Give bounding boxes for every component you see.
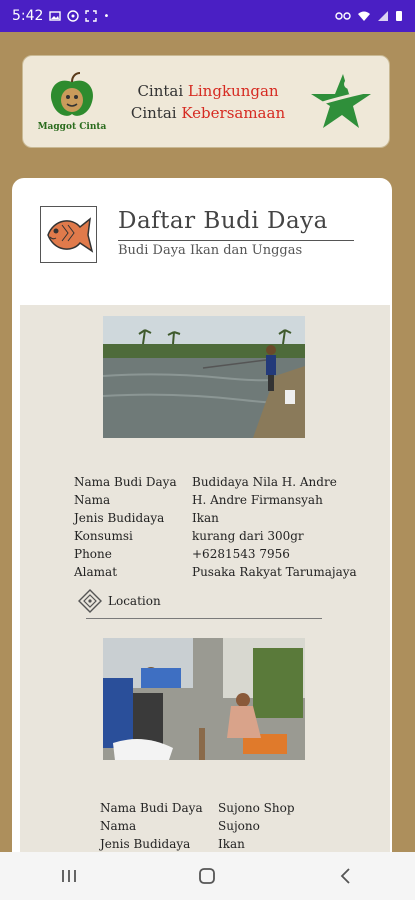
label-nama-budi-daya: Nama Budi Daya <box>100 801 203 815</box>
label-nama: Nama <box>100 819 137 833</box>
logo-text: Maggot Cinta <box>37 121 107 132</box>
detail-row: Nama Sujono <box>100 817 295 835</box>
signal-icon <box>378 11 388 21</box>
home-button[interactable] <box>187 856 227 896</box>
back-icon <box>340 868 350 884</box>
slogans: Cintai Lingkungan Cintai Kebersamaan <box>107 80 309 124</box>
slogan-2-prefix: Cintai <box>130 103 182 122</box>
fish-icon-box <box>40 206 97 263</box>
gallery-icon <box>49 11 62 21</box>
value-nama: H. Andre Firmansyah <box>192 493 323 507</box>
star-figure-logo-icon <box>311 73 371 128</box>
slogan-line-1: Cintai Lingkungan <box>107 80 309 102</box>
location-button[interactable]: Location <box>78 589 161 613</box>
value-nama-budi-daya: Budidaya Nila H. Andre <box>192 475 337 489</box>
detail-row: Alamat Pusaka Rakyat Tarumajaya <box>74 563 357 581</box>
status-bar: 5:42 • <box>0 0 415 32</box>
label-nama-budi-daya: Nama Budi Daya <box>74 475 177 489</box>
slogan-1-accent: Lingkungan <box>187 81 279 100</box>
detail-row: Nama Budi Daya Budidaya Nila H. Andre <box>74 473 357 491</box>
back-button[interactable] <box>326 856 366 896</box>
title-underline <box>118 240 354 241</box>
dot-icon: • <box>103 10 110 22</box>
value-nama-budi-daya: Sujono Shop <box>218 801 295 815</box>
item-divider <box>86 618 322 619</box>
value-konsumsi: kurang dari 300gr <box>192 529 304 543</box>
detail-row: Konsumsi kurang dari 300gr <box>74 527 357 545</box>
home-icon <box>199 868 216 884</box>
system-nav-bar <box>0 852 415 900</box>
slogan-2-accent: Kebersamaan <box>181 103 286 122</box>
location-label: Location <box>108 594 161 608</box>
value-alamat: Pusaka Rakyat Tarumajaya <box>192 565 357 579</box>
value-phone: +6281543 7956 <box>192 547 290 561</box>
detail-row: Jenis Budidaya Ikan <box>100 835 295 853</box>
value-jenis-budidaya: Ikan <box>192 511 219 525</box>
slogan-1-prefix: Cintai <box>137 81 188 100</box>
status-right <box>335 10 403 22</box>
page-subtitle: Budi Daya Ikan dan Unggas <box>118 243 303 258</box>
banner: Maggot Cinta Cintai Lingkungan Cintai Ke… <box>22 55 390 148</box>
status-left: 5:42 • <box>12 8 109 24</box>
value-nama: Sujono <box>218 819 260 833</box>
scan-icon <box>85 10 98 22</box>
value-jenis-budidaya: Ikan <box>218 837 245 851</box>
item-1-details: Nama Budi Daya Budidaya Nila H. Andre Nam… <box>74 473 357 581</box>
recent-apps-icon <box>62 870 77 882</box>
detail-row: Nama Budi Daya Sujono Shop <box>100 799 295 817</box>
fish-icon <box>46 216 93 253</box>
cultivation-list[interactable]: Nama Budi Daya Budidaya Nila H. Andre Nam… <box>20 305 390 900</box>
recent-apps-button[interactable] <box>49 856 89 896</box>
location-diamond-icon <box>78 589 102 613</box>
vowifi-icon <box>335 12 351 20</box>
fish-shop-photo <box>103 638 305 760</box>
detail-row: Phone +6281543 7956 <box>74 545 357 563</box>
label-alamat: Alamat <box>74 565 118 579</box>
detail-row: Jenis Budidaya Ikan <box>74 509 357 527</box>
detail-row: Nama H. Andre Firmansyah <box>74 491 357 509</box>
label-phone: Phone <box>74 547 112 561</box>
label-jenis-budidaya: Jenis Budidaya <box>74 511 165 525</box>
label-konsumsi: Konsumsi <box>74 529 133 543</box>
fish-pond-photo <box>103 316 305 438</box>
apple-logo-icon <box>50 71 94 116</box>
page-title: Daftar Budi Daya <box>118 208 328 234</box>
status-time: 5:42 <box>12 8 44 24</box>
slogan-line-2: Cintai Kebersamaan <box>107 102 309 124</box>
item-photo-fish-pond[interactable] <box>103 316 305 438</box>
label-nama: Nama <box>74 493 111 507</box>
content-panel: Daftar Budi Daya Budi Daya Ikan dan Ungg… <box>12 178 392 900</box>
label-jenis-budidaya: Jenis Budidaya <box>100 837 191 851</box>
wifi-icon <box>358 11 370 21</box>
item-2-details: Nama Budi Daya Sujono Shop Nama Sujono Jen… <box>100 799 295 853</box>
battery-icon <box>396 11 402 21</box>
maggot-cinta-logo: Maggot Cinta <box>37 62 107 142</box>
item-photo-fish-shop[interactable] <box>103 638 305 760</box>
whatsapp-icon <box>67 10 80 22</box>
